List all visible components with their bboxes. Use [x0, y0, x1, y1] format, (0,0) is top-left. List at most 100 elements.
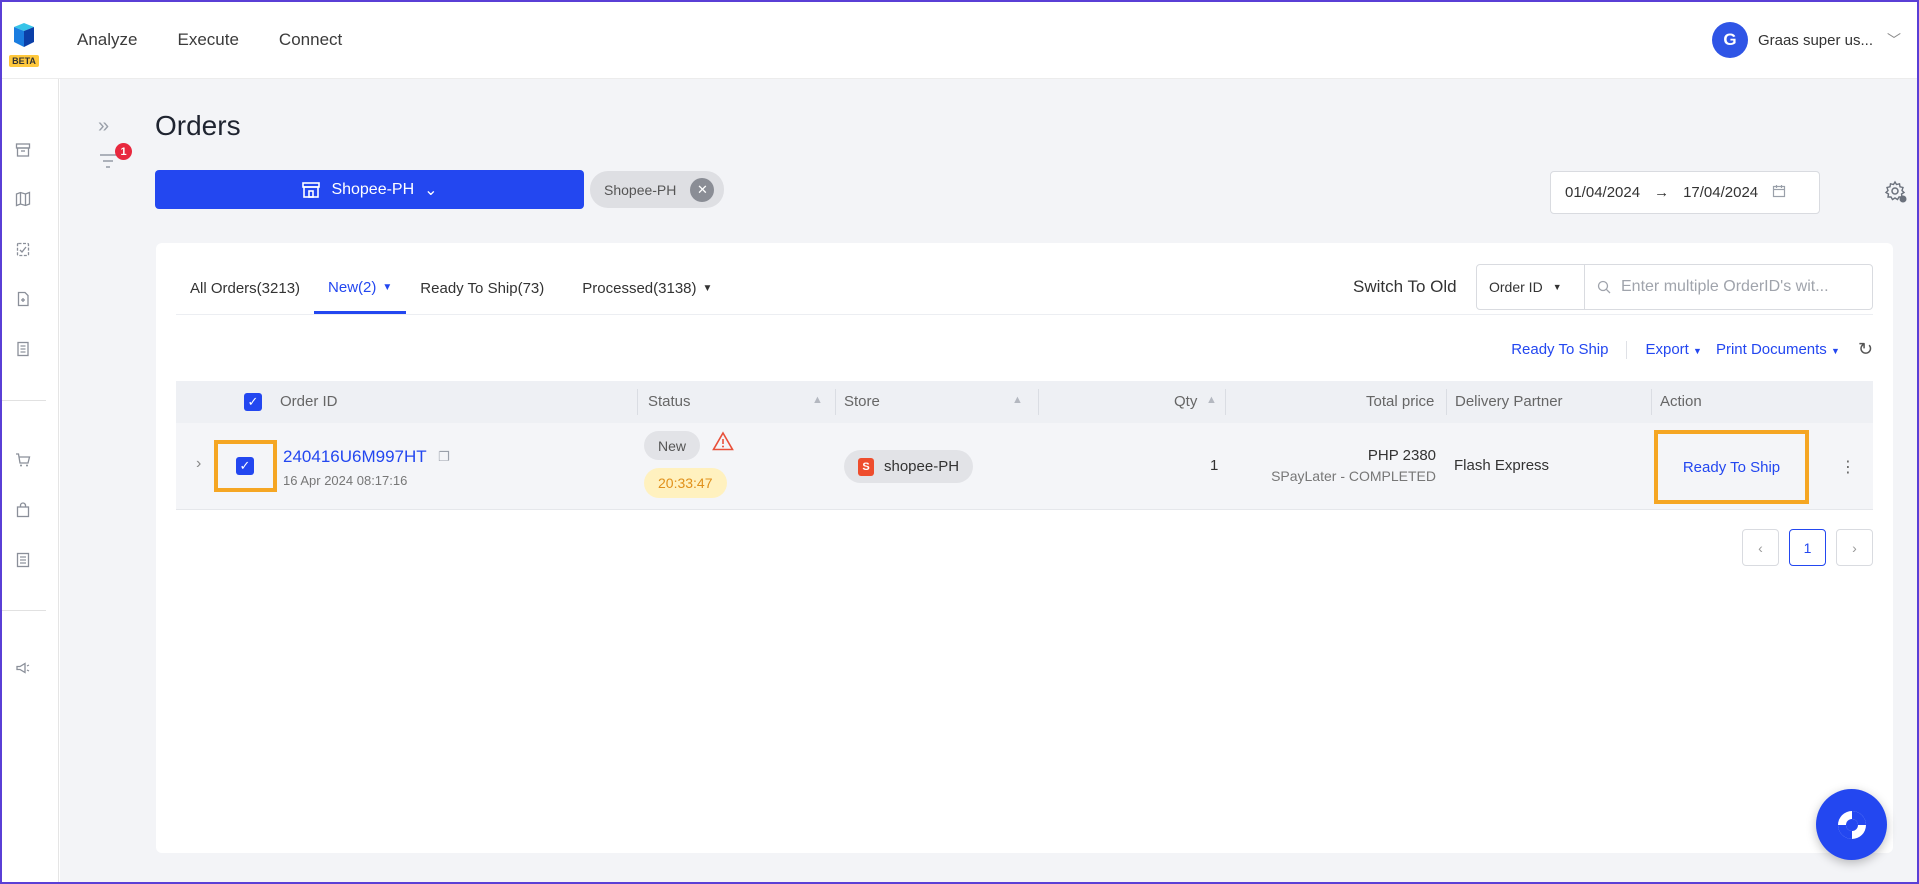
order-date: 16 Apr 2024 08:17:16: [283, 473, 408, 488]
chevron-right-icon[interactable]: ›: [196, 455, 201, 473]
prev-page-button[interactable]: ‹: [1742, 529, 1779, 566]
export-label: Export: [1645, 341, 1689, 358]
sort-icon[interactable]: ▲: [1206, 394, 1217, 406]
refresh-icon[interactable]: ↻: [1858, 339, 1873, 360]
date-to: 17/04/2024: [1683, 184, 1759, 201]
caret-down-icon: ▼: [382, 281, 393, 293]
date-range-picker[interactable]: 01/04/2024 → 17/04/2024: [1550, 171, 1820, 214]
copy-icon[interactable]: ❐: [438, 449, 450, 465]
store-chip-label: Shopee-PH: [604, 181, 677, 198]
help-lifebuoy-button[interactable]: [1816, 789, 1887, 860]
tab-label: New(2): [328, 278, 377, 296]
caret-down-icon: ▼: [1693, 346, 1702, 356]
user-menu[interactable]: G Graas super us... ﹀: [1711, 22, 1901, 58]
search-input[interactable]: Enter multiple OrderID's wit...: [1585, 278, 1829, 296]
store-badge: S shopee-PH: [844, 450, 974, 483]
sidebar-divider: [2, 400, 46, 401]
settings-gear-icon[interactable]: [1884, 180, 1908, 210]
caret-down-icon: ▼: [1552, 282, 1562, 292]
avatar: G: [1711, 22, 1748, 58]
ready-to-ship-button[interactable]: Ready To Ship: [1654, 430, 1809, 504]
search-field-label: Order ID: [1489, 279, 1543, 295]
sla-timer: 20:33:47: [644, 468, 727, 498]
status-badge: New: [644, 431, 701, 460]
column-store: Store: [844, 393, 880, 410]
cube-logo-icon: [14, 23, 34, 47]
tab-processed[interactable]: Processed(3138) ▼: [568, 263, 726, 314]
select-all-checkbox[interactable]: ✓: [244, 393, 262, 411]
order-id-link[interactable]: 240416U6M997HT: [283, 447, 427, 467]
print-documents-button[interactable]: Print Documents ▼: [1716, 341, 1840, 358]
next-page-button[interactable]: ›: [1836, 529, 1873, 566]
sort-icon[interactable]: ▲: [1012, 394, 1023, 406]
beta-badge: BETA: [9, 55, 39, 67]
app-logo[interactable]: BETA: [9, 22, 39, 67]
chevron-down-icon: ⌄: [424, 181, 438, 199]
document-icon[interactable]: [14, 340, 32, 358]
map-icon[interactable]: [14, 190, 32, 208]
tab-all-orders[interactable]: All Orders(3213): [176, 263, 314, 314]
bag-icon[interactable]: [14, 501, 32, 519]
arrow-right-icon: →: [1654, 184, 1670, 201]
column-delivery-partner: Delivery Partner: [1455, 393, 1563, 410]
more-options-icon[interactable]: ⋮: [1840, 457, 1856, 477]
calendar-icon: [1772, 184, 1786, 201]
search-field-select[interactable]: Order ID ▼: [1477, 265, 1585, 309]
megaphone-icon[interactable]: [14, 659, 32, 677]
clipboard-check-icon[interactable]: [14, 240, 32, 258]
top-nav: Analyze Execute Connect: [77, 30, 342, 50]
page-title: Orders: [155, 110, 241, 141]
caret-down-icon: ▼: [1830, 346, 1840, 356]
archive-icon[interactable]: [14, 141, 32, 159]
column-divider: [637, 389, 638, 415]
divider: [1626, 340, 1628, 359]
list-icon[interactable]: [14, 551, 32, 569]
column-divider: [1225, 389, 1226, 415]
column-divider: [1038, 389, 1039, 415]
total-price: PHP 2380: [1367, 447, 1436, 464]
cart-icon[interactable]: [14, 451, 32, 469]
store-filter-chip: Shopee-PH ✕: [590, 171, 725, 208]
user-name: Graas super us...: [1757, 31, 1873, 49]
sidebar-divider: [2, 610, 46, 611]
export-button[interactable]: Export ▼: [1645, 341, 1701, 358]
table-row: › ✓ 240416U6M997HT ❐ 16 Apr 2024 08:17:1…: [176, 423, 1873, 510]
nav-connect[interactable]: Connect: [279, 30, 342, 50]
column-status: Status: [648, 393, 691, 410]
filter-count-badge: 1: [115, 143, 132, 160]
close-icon[interactable]: ✕: [690, 177, 715, 202]
expand-sidebar-icon[interactable]: »: [98, 115, 109, 138]
search-icon: [1597, 280, 1611, 294]
store-selector-label: Shopee-PH: [331, 180, 415, 198]
table-header: ✓ Order ID Status ▲ Store ▲ Qty ▲ Total …: [176, 381, 1873, 423]
top-bar: BETA Analyze Execute Connect G Graas sup…: [0, 0, 1919, 79]
tab-label: Ready To Ship(73): [420, 280, 545, 297]
tab-ready-to-ship[interactable]: Ready To Ship(73): [406, 263, 558, 314]
price-cell: PHP 2380 SPayLater - COMPLETED: [1271, 447, 1436, 484]
ready-to-ship-bulk-button[interactable]: Ready To Ship: [1511, 341, 1608, 358]
column-divider: [1651, 389, 1652, 415]
file-add-icon[interactable]: [14, 290, 32, 308]
filter-icon[interactable]: [98, 152, 118, 176]
payment-method: SPayLater - COMPLETED: [1271, 468, 1436, 484]
print-documents-label: Print Documents: [1715, 341, 1827, 358]
nav-execute[interactable]: Execute: [177, 30, 238, 50]
store-selector-button[interactable]: Shopee-PH ⌄: [155, 170, 584, 209]
caret-down-icon: ▼: [702, 283, 713, 294]
delivery-partner: Flash Express: [1454, 457, 1550, 474]
order-tabs: All Orders(3213) New(2) ▼ Ready To Ship(7…: [176, 263, 726, 314]
column-qty: Qty: [1174, 393, 1198, 410]
lifebuoy-icon: [1837, 810, 1866, 839]
tab-new[interactable]: New(2) ▼: [314, 263, 407, 314]
sort-icon[interactable]: ▲: [812, 394, 823, 406]
page-number-button[interactable]: 1: [1789, 529, 1826, 566]
tab-label: Processed(3138): [582, 280, 697, 297]
tabs-divider: [176, 314, 1873, 315]
switch-to-old-link[interactable]: Switch To Old: [1353, 277, 1457, 297]
shopee-icon: S: [858, 457, 874, 476]
nav-analyze[interactable]: Analyze: [77, 30, 137, 50]
search-placeholder: Enter multiple OrderID's wit...: [1621, 278, 1829, 295]
qty-value: 1: [1210, 457, 1219, 474]
chevron-down-icon: ﹀: [1887, 32, 1901, 48]
row-checkbox[interactable]: ✓: [236, 457, 254, 475]
